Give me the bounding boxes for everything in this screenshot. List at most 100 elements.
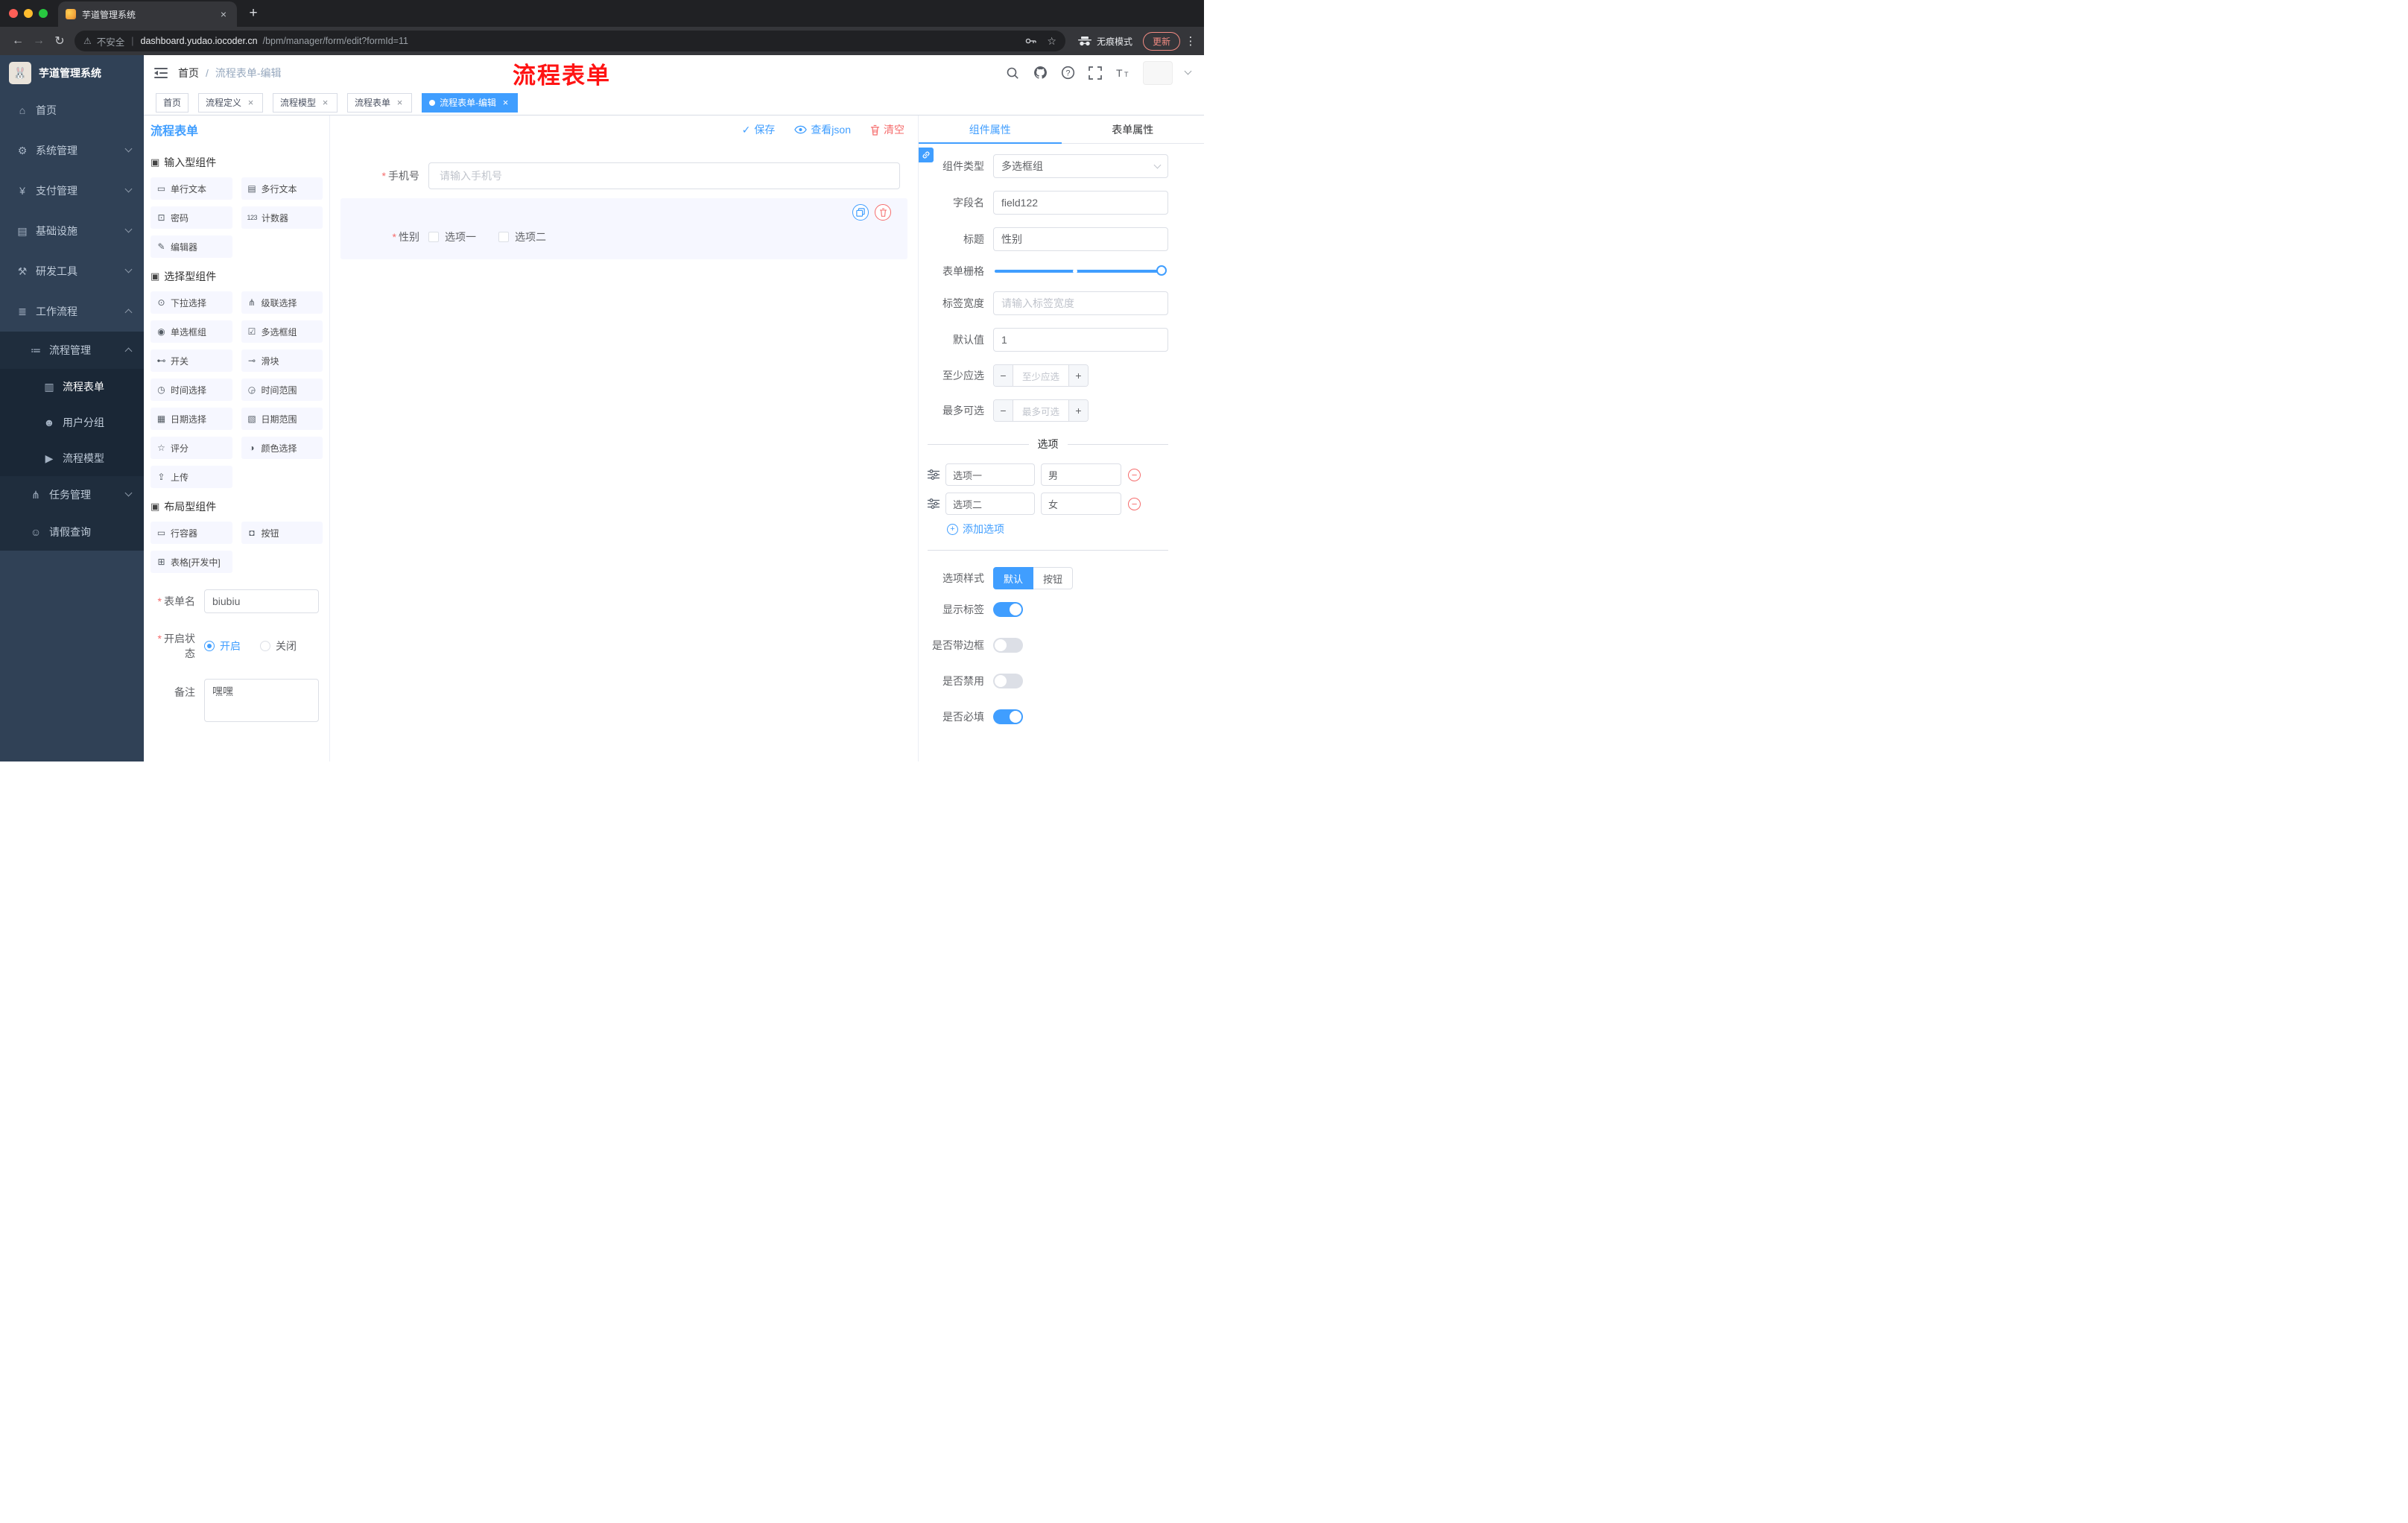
field-name-input[interactable] (993, 191, 1168, 215)
tab-close-icon[interactable]: × (218, 8, 229, 20)
view-json-button[interactable]: 查看json (794, 122, 851, 137)
address-bar[interactable]: ⚠ 不安全 | dashboard.yudao.iocoder.cn/bpm/m… (75, 31, 1065, 51)
save-button[interactable]: ✓ 保存 (742, 122, 776, 137)
phone-input[interactable] (428, 162, 900, 189)
sidebar-logo[interactable]: 🐰 芋道管理系统 (0, 55, 144, 90)
tab-component-props[interactable]: 组件属性 (919, 115, 1062, 144)
sidebar-item-task-mgmt[interactable]: ⋔ 任务管理 (0, 476, 144, 513)
minus-icon[interactable]: − (994, 365, 1013, 386)
forward-icon[interactable]: → (28, 31, 49, 51)
sidebar-item-leave-query[interactable]: ☺ 请假查询 (0, 513, 144, 551)
browser-tab[interactable]: 芋道管理系统 × (58, 1, 237, 27)
sidebar-fold-icon[interactable] (144, 55, 178, 90)
default-value-input[interactable] (993, 328, 1168, 352)
palette-item-rate[interactable]: ☆ 评分 (150, 437, 232, 459)
reload-icon[interactable]: ↻ (49, 31, 70, 51)
field-phone[interactable]: * 手机号 (340, 162, 907, 189)
remove-option-button[interactable]: − (1128, 468, 1141, 481)
browser-menu-icon[interactable]: ⋮ (1185, 34, 1197, 48)
palette-item-counter[interactable]: 123 计数器 (241, 206, 323, 229)
palette-item-textarea[interactable]: ▤ 多行文本 (241, 177, 323, 200)
label-width-input[interactable] (993, 291, 1168, 315)
component-type-select[interactable]: 多选框组 (993, 154, 1168, 178)
option-1-name-input[interactable] (945, 463, 1035, 486)
tag-process-definition[interactable]: 流程定义 × (198, 92, 264, 113)
plus-icon[interactable]: + (1068, 400, 1088, 421)
sidebar-item-infrastructure[interactable]: ▤ 基础设施 (0, 211, 144, 251)
link-toggle-button[interactable] (919, 148, 934, 162)
sidebar-item-home[interactable]: ⌂ 首页 (0, 90, 144, 130)
bookmark-star-icon[interactable]: ☆ (1047, 35, 1056, 48)
gender-option-1-checkbox[interactable]: 选项一 (428, 229, 476, 244)
breadcrumb-home[interactable]: 首页 (178, 66, 199, 80)
palette-item-switch[interactable]: ⊷ 开关 (150, 349, 232, 372)
tag-close-icon[interactable]: × (246, 98, 256, 107)
title-input[interactable] (993, 227, 1168, 251)
form-name-input[interactable] (204, 589, 319, 613)
slider-handle[interactable] (1156, 265, 1167, 276)
tag-close-icon[interactable]: × (320, 98, 330, 107)
close-window-button[interactable] (9, 9, 18, 18)
tag-close-icon[interactable]: × (395, 98, 405, 107)
tab-form-props[interactable]: 表单属性 (1062, 115, 1205, 143)
option-1-value-input[interactable] (1041, 463, 1121, 486)
user-avatar[interactable] (1143, 60, 1173, 85)
palette-item-checkbox-group[interactable]: ☑ 多选框组 (241, 320, 323, 343)
palette-item-radio-group[interactable]: ◉ 单选框组 (150, 320, 232, 343)
delete-component-button[interactable] (875, 204, 891, 221)
sidebar-item-devtools[interactable]: ⚒ 研发工具 (0, 251, 144, 291)
tag-close-icon[interactable]: × (501, 98, 510, 107)
status-on-radio[interactable]: 开启 (204, 639, 241, 653)
sidebar-item-process-model[interactable]: ▶ 流程模型 (0, 440, 144, 476)
disabled-switch[interactable] (993, 674, 1023, 688)
min-stepper-input[interactable]: 至少应选 (1013, 365, 1068, 386)
form-grid-slider[interactable] (995, 265, 1167, 276)
status-off-radio[interactable]: 关闭 (260, 639, 297, 653)
palette-item-time-range[interactable]: ◶ 时间范围 (241, 379, 323, 401)
required-switch[interactable] (993, 709, 1023, 724)
show-label-switch[interactable] (993, 602, 1023, 617)
field-gender-selected[interactable]: * 性别 选项一 选项二 (340, 198, 907, 259)
palette-item-date-picker[interactable]: ▦ 日期选择 (150, 408, 232, 430)
add-option-button[interactable]: + 添加选项 (947, 522, 1168, 536)
option-2-value-input[interactable] (1041, 493, 1121, 515)
palette-item-color-picker[interactable]: ◑ 颜色选择 (241, 437, 323, 459)
sidebar-item-process-mgmt[interactable]: ≔ 流程管理 (0, 332, 144, 369)
palette-item-editor[interactable]: ✎ 编辑器 (150, 235, 232, 258)
palette-item-time-picker[interactable]: ◷ 时间选择 (150, 379, 232, 401)
palette-item-select[interactable]: ⊙ 下拉选择 (150, 291, 232, 314)
palette-item-button[interactable]: ◘ 按钮 (241, 522, 323, 544)
minus-icon[interactable]: − (994, 400, 1013, 421)
palette-item-upload[interactable]: ⇪ 上传 (150, 466, 232, 488)
github-icon[interactable] (1033, 66, 1048, 80)
gender-option-2-checkbox[interactable]: 选项二 (498, 229, 546, 244)
avatar-caret-icon[interactable] (1184, 67, 1192, 75)
update-button[interactable]: 更新 (1142, 31, 1180, 51)
plus-icon[interactable]: + (1068, 365, 1088, 386)
palette-item-password[interactable]: ⊡ 密码 (150, 206, 232, 229)
palette-item-table[interactable]: ⊞ 表格[开发中] (150, 551, 232, 573)
help-icon[interactable]: ? (1060, 66, 1075, 80)
tag-home[interactable]: 首页 (156, 92, 189, 113)
minimize-window-button[interactable] (24, 9, 33, 18)
option-2-name-input[interactable] (945, 493, 1035, 515)
palette-item-cascader[interactable]: ⋔ 级联选择 (241, 291, 323, 314)
clear-button[interactable]: 清空 (870, 122, 904, 137)
zoom-window-button[interactable] (39, 9, 48, 18)
sidebar-item-workflow[interactable]: ≣ 工作流程 (0, 291, 144, 332)
remove-option-button[interactable]: − (1128, 497, 1141, 510)
back-icon[interactable]: ← (7, 31, 28, 51)
search-icon[interactable] (1005, 66, 1020, 80)
style-default-button[interactable]: 默认 (993, 567, 1034, 589)
drag-handle-icon[interactable] (928, 498, 941, 509)
tag-process-form-edit[interactable]: 流程表单-编辑 × (422, 92, 519, 113)
sidebar-item-user-group[interactable]: ☻ 用户分组 (0, 405, 144, 440)
palette-item-date-range[interactable]: ▧ 日期范围 (241, 408, 323, 430)
drag-handle-icon[interactable] (928, 469, 941, 480)
style-button-button[interactable]: 按钮 (1033, 567, 1074, 589)
tag-process-model[interactable]: 流程模型 × (273, 92, 338, 113)
palette-item-slider[interactable]: ⊸ 滑块 (241, 349, 323, 372)
max-stepper-input[interactable]: 最多可选 (1013, 400, 1068, 421)
sidebar-item-system[interactable]: ⚙ 系统管理 (0, 130, 144, 171)
tag-process-form[interactable]: 流程表单 × (347, 92, 413, 113)
